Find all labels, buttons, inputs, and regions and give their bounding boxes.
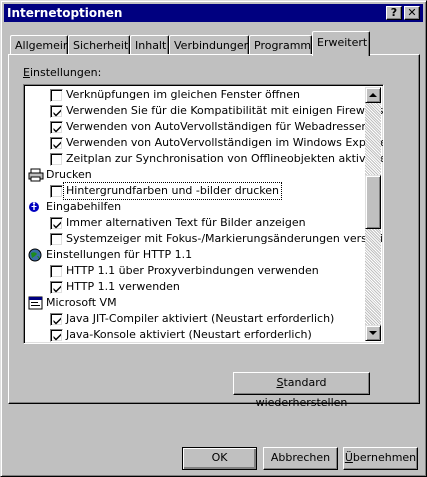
tab-label: Erweitert: [317, 36, 368, 49]
restore-label: tandard wiederherstellen: [255, 376, 348, 409]
setting-label: Hintergrundfarben und -bilder drucken: [63, 182, 282, 200]
ok-button[interactable]: OK: [182, 447, 257, 470]
close-button[interactable]: ✕: [404, 6, 420, 20]
setting-checkbox[interactable]: [50, 121, 63, 134]
setting-checkbox[interactable]: [50, 265, 63, 278]
setting-label: Verknüpfungen im gleichen Fenster öffnen: [66, 88, 300, 101]
help-button[interactable]: ?: [386, 6, 402, 20]
arrow-up-icon: [369, 93, 377, 97]
setting-label: Verwenden von AutoVervollständigen für W…: [66, 120, 369, 133]
vertical-scroll-thumb[interactable]: [365, 175, 381, 229]
title-bar[interactable]: Internetoptionen ? ✕: [4, 4, 423, 22]
setting-label: Java JIT-Compiler aktiviert (Neustart er…: [66, 312, 335, 325]
setting-label: Verwenden von AutoVervollständigen im Wi…: [66, 136, 384, 149]
apply-button[interactable]: Übernehmen: [343, 447, 418, 470]
setting-label: Eingabehilfen: [46, 200, 122, 213]
setting-label: Java-Konsole aktiviert (Neustart erforde…: [66, 328, 312, 341]
settings-label-accel: E: [23, 66, 30, 79]
tab-erweitert[interactable]: Erweitert: [312, 31, 370, 56]
setting-checkbox[interactable]: [50, 137, 63, 150]
window-title: Internetoptionen: [7, 6, 123, 20]
vertical-scrollbar[interactable]: [365, 87, 381, 341]
tab-label: Verbindungen: [174, 39, 251, 52]
tab-sicherheit[interactable]: Sicherheit: [68, 35, 130, 55]
setting-checkbox[interactable]: [50, 281, 63, 294]
accessibility-icon: [28, 200, 44, 219]
tab-label: Inhalt: [135, 39, 167, 52]
scroll-up-button[interactable]: [365, 87, 381, 103]
setting-checkbox[interactable]: [50, 153, 63, 166]
restore-defaults-button[interactable]: Standard wiederherstellen: [233, 372, 370, 409]
setting-label: HTTP 1.1 über Proxyverbindungen verwende…: [66, 264, 319, 277]
tab-allgemein[interactable]: Allgemein: [10, 35, 70, 55]
setting-label: Verwenden Sie für die Kompatibilität mit…: [66, 104, 384, 117]
settings-label-text: instellungen:: [29, 66, 102, 79]
internet-options-dialog: Internetoptionen ? ✕ Allgemein Sicherhei…: [0, 0, 427, 477]
setting-checkbox[interactable]: [50, 233, 63, 246]
setting-label: Immer alternativen Text für Bilder anzei…: [66, 216, 306, 229]
printer-icon: [28, 168, 44, 187]
arrow-down-icon: [369, 331, 377, 335]
tab-inhalt[interactable]: Inhalt: [130, 35, 169, 55]
setting-checkbox[interactable]: [50, 89, 63, 102]
setting-label: Einstellungen für HTTP 1.1: [46, 248, 193, 261]
scroll-down-button[interactable]: [365, 325, 381, 341]
tab-programme[interactable]: Programme: [249, 35, 318, 55]
setting-checkbox[interactable]: [50, 105, 63, 118]
setting-label: HTTP 1.1 verwenden: [66, 280, 180, 293]
tab-label: Programme: [254, 39, 318, 52]
globe-icon: [28, 248, 44, 267]
tab-label: Allgemein: [15, 39, 70, 52]
tab-label: Sicherheit: [73, 39, 129, 52]
setting-checkbox[interactable]: [50, 313, 63, 326]
settings-label: Einstellungen:: [23, 66, 101, 79]
apply-label: bernehmen: [352, 451, 417, 464]
setting-label: Microsoft VM: [46, 296, 117, 309]
apply-accel: Ü: [344, 451, 353, 464]
tab-verbindungen[interactable]: Verbindungen: [169, 35, 251, 55]
setting-checkbox[interactable]: [50, 217, 63, 230]
java-vm-icon: [28, 296, 44, 315]
setting-checkbox[interactable]: [50, 185, 63, 198]
setting-label: Drucken: [46, 168, 92, 181]
settings-list[interactable]: Verknüpfungen im gleichen Fenster öffnen…: [23, 84, 384, 344]
setting-label: Zeitplan zur Synchronisation von Offline…: [66, 152, 384, 165]
setting-label: Systemzeiger mit Fokus-/Markierungsänder…: [66, 232, 384, 245]
setting-checkbox[interactable]: [50, 329, 63, 342]
cancel-button[interactable]: Abbrechen: [263, 447, 338, 470]
